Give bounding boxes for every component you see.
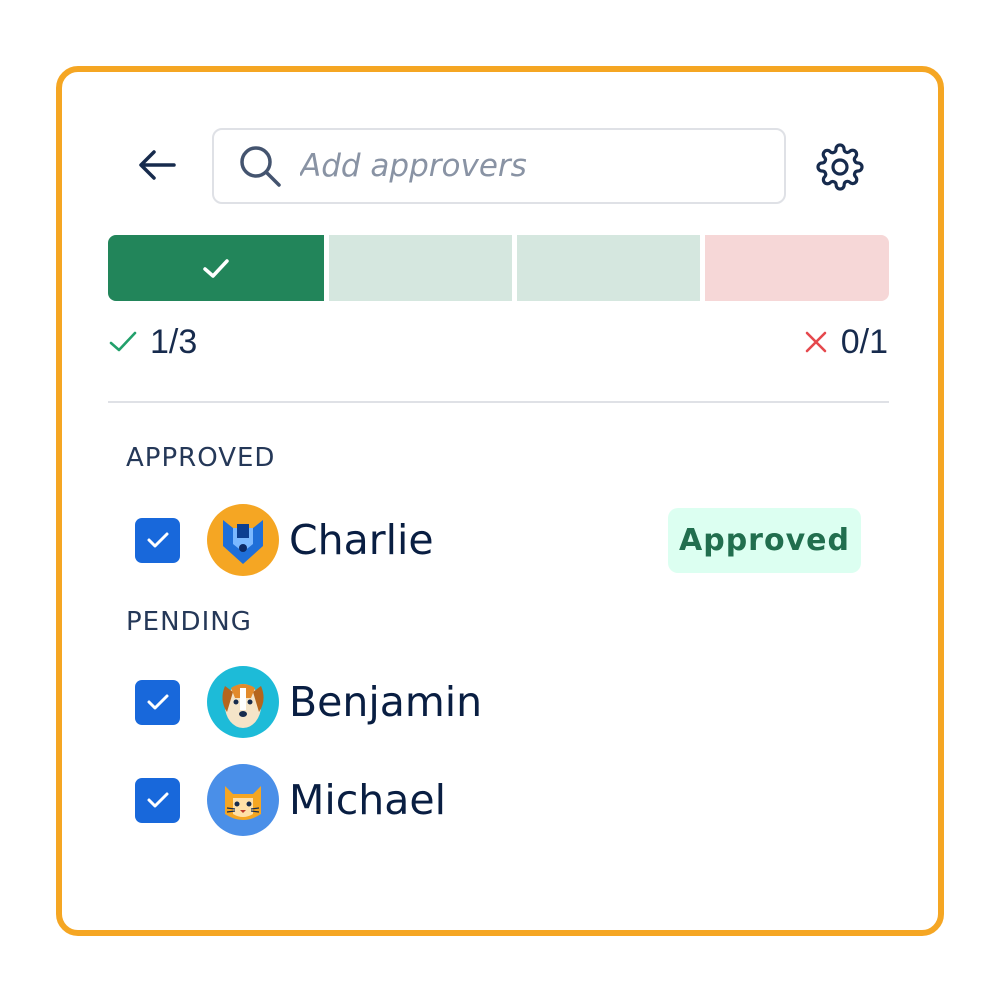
settings-button[interactable] [814,141,866,193]
check-icon [147,694,168,710]
approver-row: Benjamin [135,664,482,740]
progress-segment-pending [517,235,700,301]
approver-name: Benjamin [289,678,483,726]
progress-segment-rejected [705,235,889,301]
back-button[interactable] [136,143,180,187]
approver-row: Charlie [135,502,434,578]
check-icon [109,331,137,352]
rejected-count: 0/1 [803,320,888,364]
approver-name: Charlie [289,516,434,564]
rejected-count-text: 0/1 [840,322,888,361]
progress-segment-approved [108,235,324,301]
check-icon [147,792,168,808]
approver-checkbox[interactable] [135,517,180,563]
cross-icon [805,331,827,353]
section-title-approved: APPROVED [126,443,276,473]
search-icon [236,140,288,192]
status-badge: Approved [668,508,861,573]
approver-checkbox[interactable] [135,777,180,823]
dog-avatar [207,666,279,738]
approval-progress-bar [108,235,889,301]
approver-checkbox[interactable] [135,679,180,725]
approved-count: 1/3 [108,320,197,364]
gear-icon [816,143,864,191]
divider [108,401,889,403]
check-icon [203,259,229,278]
check-icon [147,532,168,548]
approver-row: Michael [135,762,446,838]
progress-segment-pending [329,235,512,301]
search-box[interactable] [212,128,786,204]
section-title-pending: PENDING [126,607,252,637]
approved-count-text: 1/3 [150,322,198,361]
cat-avatar [207,764,279,836]
approver-name: Michael [289,776,447,824]
arrow-left-icon [139,150,176,180]
fox-avatar [207,504,279,576]
add-approvers-input[interactable] [300,148,770,184]
